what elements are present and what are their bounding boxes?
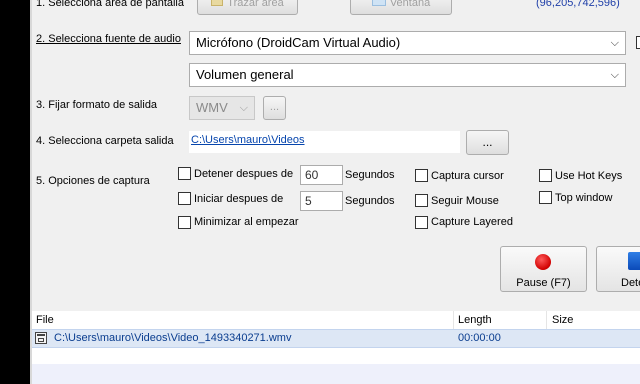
stop-after-unit: Segundos — [345, 169, 395, 181]
hotkeys-label: Use Hot Keys — [555, 170, 623, 182]
left-edge — [0, 0, 30, 384]
list-empty-row — [32, 364, 640, 384]
file-length-cell: 00:00:00 — [458, 332, 501, 344]
volume-value: Volumen general — [196, 67, 294, 82]
step4-label: 4. Selecciona carpeta salida — [36, 135, 174, 147]
stop-after-label: Detener despues de — [194, 168, 294, 180]
format-select[interactable]: WMV ⌵ — [189, 96, 255, 120]
stop-button[interactable]: Dete — [596, 246, 640, 292]
follow-mouse-label: Seguir Mouse — [431, 195, 499, 207]
column-divider — [453, 311, 454, 329]
pencil-icon — [211, 0, 224, 6]
step2-label: 2. Selecciona fuente de audio — [36, 33, 181, 45]
browse-folder-button[interactable]: ... — [466, 130, 509, 155]
pause-button[interactable]: Pause (F7) — [500, 246, 587, 292]
window-icon — [371, 0, 386, 6]
format-options-label: ... — [269, 101, 280, 113]
browse-folder-label: ... — [482, 135, 493, 149]
pause-label: Pause (F7) — [516, 277, 571, 289]
table-row[interactable]: C:\Users\mauro\Videos\Video_1493340271.w… — [32, 329, 640, 348]
record-icon — [535, 254, 551, 270]
file-list[interactable]: File Length Size C:\Users\mauro\Videos\V… — [32, 311, 640, 384]
capture-layered-checkbox[interactable] — [415, 216, 428, 229]
format-value: WMV — [196, 100, 228, 115]
trazar-area-label: Trazar área — [227, 0, 284, 9]
ventana-label: Ventana — [389, 0, 431, 9]
trazar-area-button[interactable]: Trazar área — [197, 0, 298, 15]
folder-path-link[interactable]: C:\Users\mauro\Videos — [191, 134, 305, 146]
follow-mouse-checkbox[interactable] — [415, 194, 428, 207]
video-file-icon — [35, 332, 47, 344]
column-header-size[interactable]: Size — [552, 314, 573, 326]
chevron-down-icon: ⌵ — [610, 69, 619, 81]
start-after-input[interactable]: 5 — [300, 191, 343, 211]
audio-source-value: Micrófono (DroidCam Virtual Audio) — [196, 35, 401, 50]
capture-cursor-label: Captura cursor — [431, 170, 504, 182]
file-list-header: File Length Size — [32, 311, 640, 330]
top-window-checkbox[interactable] — [539, 191, 552, 204]
stop-after-checkbox[interactable] — [178, 167, 191, 180]
column-divider — [546, 311, 547, 329]
file-path-cell: C:\Users\mauro\Videos\Video_1493340271.w… — [54, 332, 292, 344]
capture-cursor-checkbox[interactable] — [415, 169, 428, 182]
volume-select[interactable]: Volumen general ⌵ — [189, 63, 626, 87]
minimize-checkbox[interactable] — [178, 216, 191, 229]
ventana-button[interactable]: Ventana — [350, 0, 452, 15]
format-options-button[interactable]: ... — [263, 96, 286, 120]
top-window-label: Top window — [555, 192, 613, 204]
hotkeys-checkbox[interactable] — [539, 169, 552, 182]
column-header-length[interactable]: Length — [458, 314, 492, 326]
start-after-checkbox[interactable] — [178, 192, 191, 205]
capture-layered-label: Capture Layered — [431, 216, 513, 228]
stop-after-input[interactable]: 60 — [300, 165, 343, 185]
step3-label: 3. Fijar formato de salida — [36, 99, 158, 111]
chevron-down-icon: ⌵ — [239, 102, 248, 114]
area-coordinates: (96,205,742,596) — [536, 0, 620, 9]
chevron-down-icon: ⌵ — [610, 37, 619, 49]
audio-extra-checkbox[interactable] — [636, 36, 640, 49]
step5-label: 5. Opciones de captura — [36, 175, 150, 187]
stop-label: Dete — [621, 277, 640, 289]
stop-square-icon — [628, 252, 640, 270]
audio-source-select[interactable]: Micrófono (DroidCam Virtual Audio) ⌵ — [189, 31, 626, 55]
folder-path-box[interactable]: C:\Users\mauro\Videos — [189, 131, 460, 153]
start-after-label: Iniciar despues de — [194, 193, 284, 205]
minimize-label: Minimizar al empezar — [194, 216, 299, 228]
column-header-file[interactable]: File — [36, 314, 54, 326]
step1-label: 1. Selecciona area de pantalla — [36, 0, 184, 9]
start-after-unit: Segundos — [345, 195, 395, 207]
